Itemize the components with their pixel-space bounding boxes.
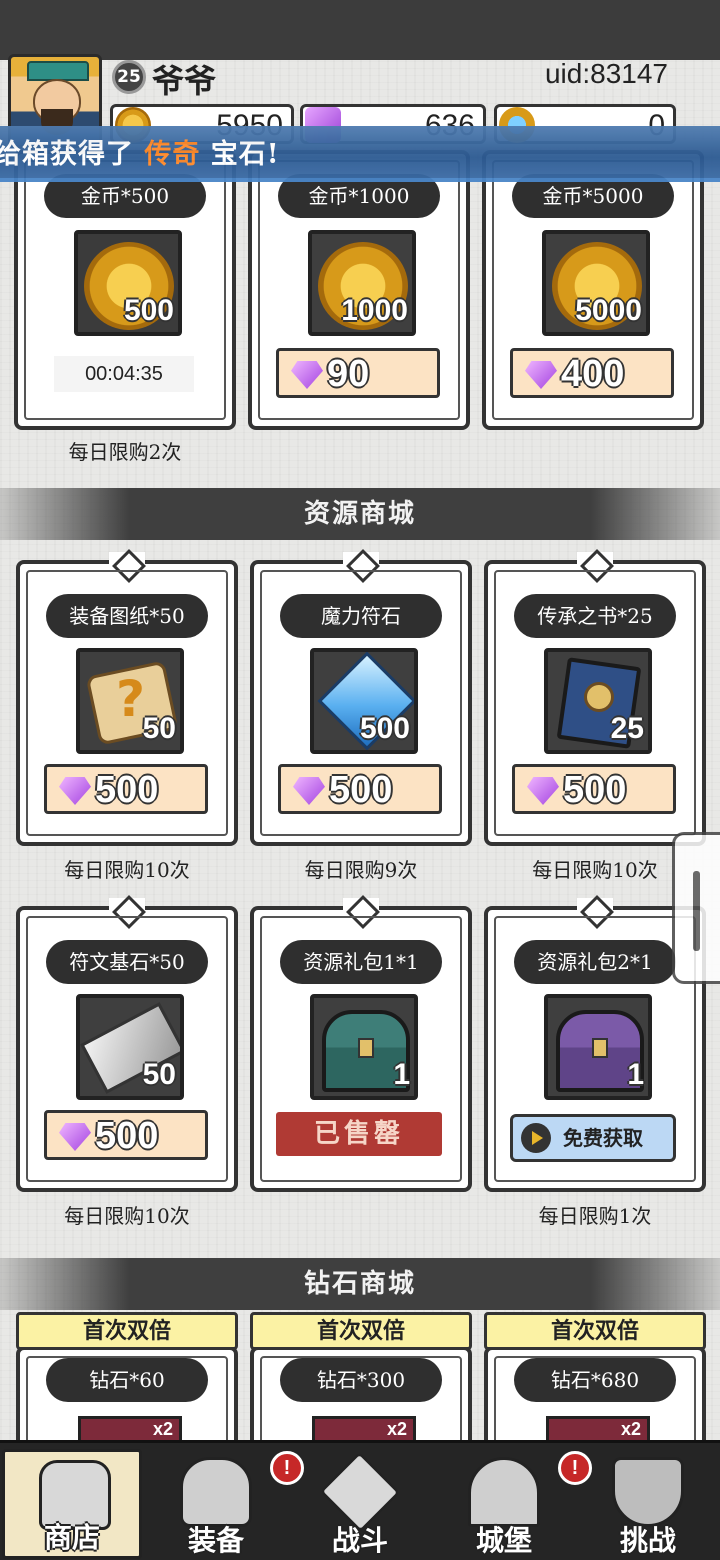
card-title: 魔力符石 <box>280 594 442 638</box>
buy-button[interactable]: 400 <box>510 348 674 398</box>
shield-icon <box>612 1457 684 1527</box>
resource-card-3[interactable]: 传承之书*25 25 500 <box>484 552 706 846</box>
resource-card-2[interactable]: 魔力符石 500 500 <box>250 552 472 846</box>
free-claim-button[interactable]: 免费获取 <box>510 1114 676 1162</box>
card-title: 装备图纸*50 <box>46 594 208 638</box>
resource-card-4[interactable]: 符文基石*50 50 500 <box>16 898 238 1192</box>
purchase-limit: 每日限购2次 <box>68 440 182 464</box>
purchase-limit: 每日限购10次 <box>64 1204 190 1228</box>
book-icon: 25 <box>544 648 652 754</box>
nav-shop[interactable]: 商店 <box>2 1449 142 1559</box>
level-badge: 25 <box>112 60 146 94</box>
card-title: 钻石*680 <box>514 1358 676 1402</box>
rune-stone-icon: 50 <box>76 994 184 1100</box>
rarity-highlight: 传奇 <box>144 139 201 170</box>
card-title: 符文基石*50 <box>46 940 208 984</box>
section-title-diamond: 钻石商城 <box>0 1258 720 1310</box>
diamond-icon <box>525 361 557 389</box>
first-double-ribbon: 首次双倍 <box>250 1312 472 1350</box>
card-title: 钻石*300 <box>280 1358 442 1402</box>
gold-card-1[interactable]: 金币*500 500 00:04:35 <box>14 150 236 430</box>
resource-card-5[interactable]: 资源礼包1*1 1 已售罄 <box>250 898 472 1192</box>
diamond-icon <box>293 777 325 805</box>
player-uid: uid:83147 <box>544 58 668 89</box>
purchase-limit: 每日限购9次 <box>304 858 418 882</box>
gold-coin-icon: 5000 <box>542 230 650 336</box>
card-title: 传承之书*25 <box>514 594 676 638</box>
bag-icon <box>180 1457 252 1527</box>
purchase-limit: 每日限购1次 <box>538 1204 652 1228</box>
sold-out-stamp: 已售罄 <box>276 1112 442 1156</box>
first-double-ribbon: 首次双倍 <box>16 1312 238 1350</box>
diamond-icon <box>59 1123 91 1151</box>
gold-coin-icon: 1000 <box>308 230 416 336</box>
resource-card-1[interactable]: 装备图纸*50 ? 50 500 <box>16 552 238 846</box>
gold-coin-icon: 500 <box>74 230 182 336</box>
card-title: 资源礼包2*1 <box>514 940 676 984</box>
card-title: 钻石*60 <box>46 1358 208 1402</box>
buy-button[interactable]: 500 <box>278 764 442 814</box>
purchase-limit: 每日限购10次 <box>64 858 190 882</box>
buy-button[interactable]: 500 <box>512 764 676 814</box>
nav-equipment[interactable]: ! 装备 <box>146 1449 304 1559</box>
card-title: 资源礼包1*1 <box>280 940 442 984</box>
nav-castle[interactable]: ! 城堡 <box>434 1449 592 1559</box>
bottom-nav: 商店 ! 装备 战斗 ! 城堡 挑战 <box>0 1440 720 1560</box>
chest-purple-icon: 1 <box>544 994 652 1100</box>
nav-challenge[interactable]: 挑战 <box>578 1449 718 1559</box>
chest-green-icon: 1 <box>310 994 418 1100</box>
gold-card-2[interactable]: 金币*1000 1000 90 <box>248 150 470 430</box>
magic-stone-icon: 500 <box>310 648 418 754</box>
section-title-resource: 资源商城 <box>0 488 720 540</box>
announcement-banner: 给箱获得了 传奇 宝石! <box>0 126 720 182</box>
buy-button[interactable]: 500 <box>44 1110 208 1160</box>
diamond-icon <box>527 777 559 805</box>
castle-icon <box>468 1457 540 1527</box>
player-name: 爷爷 <box>152 62 217 100</box>
diamond-icon <box>291 361 323 389</box>
buy-button[interactable]: 500 <box>44 764 208 814</box>
side-drawer-handle[interactable] <box>672 832 720 984</box>
buy-button[interactable]: 90 <box>276 348 440 398</box>
gold-card-3[interactable]: 金币*5000 5000 400 <box>482 150 704 430</box>
play-icon <box>521 1123 551 1153</box>
nav-battle[interactable]: 战斗 <box>290 1449 430 1559</box>
diamond-icon <box>59 777 91 805</box>
scroll-icon: ? 50 <box>76 648 184 754</box>
first-double-ribbon: 首次双倍 <box>484 1312 706 1350</box>
cooldown-timer: 00:04:35 <box>54 356 194 392</box>
